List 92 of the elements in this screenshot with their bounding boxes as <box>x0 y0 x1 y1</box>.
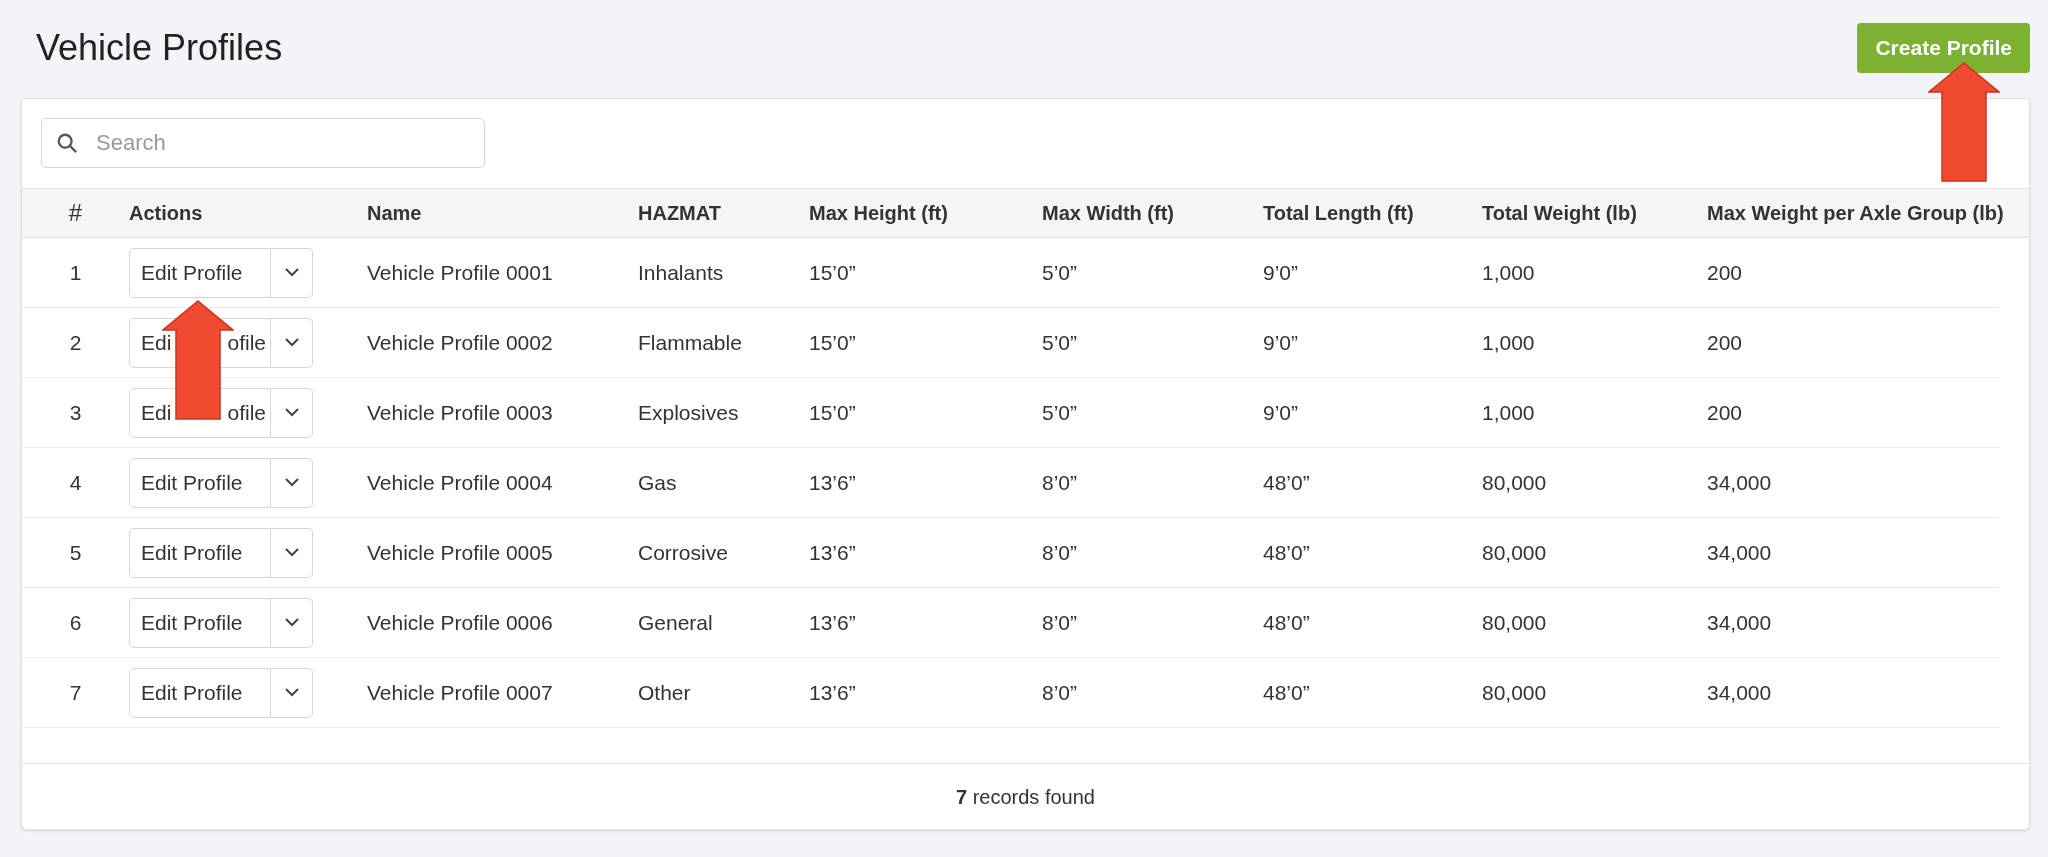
table-cell: 80,000 <box>1482 540 1547 564</box>
table-cell: Inhalants <box>638 260 724 284</box>
edit-profile-button[interactable]: Edit Profile <box>129 667 271 718</box>
table-cell: Gas <box>638 470 677 494</box>
edit-profile-button[interactable]: Edit Profile <box>129 597 271 648</box>
table-cell: 200 <box>1707 400 1743 424</box>
dropdown-toggle[interactable] <box>271 457 313 508</box>
table-cell: 48’0” <box>1263 610 1310 634</box>
chevron-down-icon <box>284 408 299 417</box>
column-header: # <box>68 198 83 228</box>
table-cell: 200 <box>1707 330 1743 354</box>
dropdown-toggle[interactable] <box>271 527 313 578</box>
table-cell: 9’0” <box>1263 260 1299 284</box>
row-number: 5 <box>69 539 82 566</box>
row-number: 1 <box>69 259 82 286</box>
table-cell: 48’0” <box>1263 680 1310 704</box>
edit-profile-button[interactable]: Edit Profile <box>129 247 271 298</box>
chevron-down-icon <box>284 268 299 277</box>
table-cell: 15’0” <box>809 330 856 354</box>
table-cell: Corrosive <box>638 540 728 564</box>
button-label: Edi <box>141 329 172 356</box>
table-cell: Vehicle Profile 0001 <box>367 260 553 284</box>
dropdown-toggle[interactable] <box>271 667 313 718</box>
column-header: Max Width (ft) <box>1042 202 1174 224</box>
table-cell: Vehicle Profile 0004 <box>367 470 553 494</box>
table-cell: 200 <box>1707 260 1743 284</box>
table-cell: 13’6” <box>809 540 856 564</box>
chevron-down-icon <box>284 478 299 487</box>
table-cell: 80,000 <box>1482 680 1547 704</box>
chevron-down-icon <box>284 338 299 347</box>
table-cell: General <box>638 610 713 634</box>
table-cell: 8’0” <box>1042 540 1078 564</box>
table-cell: 48’0” <box>1263 470 1310 494</box>
table-cell: 5’0” <box>1042 400 1078 424</box>
table-cell: 8’0” <box>1042 470 1078 494</box>
table-cell: 34,000 <box>1707 610 1772 634</box>
table-cell: 5’0” <box>1042 330 1078 354</box>
table-cell: 48’0” <box>1263 540 1310 564</box>
table-cell: 13’6” <box>809 470 856 494</box>
table-cell: 80,000 <box>1482 610 1547 634</box>
table-cell: Other <box>638 680 691 704</box>
table-cell: 1,000 <box>1482 330 1535 354</box>
column-header: HAZMAT <box>638 202 721 224</box>
table-cell: 13’6” <box>809 680 856 704</box>
button-label: ofile <box>227 399 266 426</box>
search-field[interactable]: Search <box>41 118 485 168</box>
row-number: 7 <box>69 679 82 706</box>
row-number: 4 <box>69 469 82 496</box>
table-cell: 15’0” <box>809 400 856 424</box>
table-cell: 34,000 <box>1707 680 1772 704</box>
chevron-down-icon <box>284 548 299 557</box>
row-number: 3 <box>69 399 82 426</box>
table-cell: Vehicle Profile 0002 <box>367 330 553 354</box>
table-cell: 34,000 <box>1707 470 1772 494</box>
column-header: Name <box>367 202 422 224</box>
table-cell: 8’0” <box>1042 680 1078 704</box>
table-cell: Vehicle Profile 0003 <box>367 400 553 424</box>
table-cell: 9’0” <box>1263 400 1299 424</box>
table-cell: 8’0” <box>1042 610 1078 634</box>
table-cell: 1,000 <box>1482 400 1535 424</box>
table-cell: 13’6” <box>809 610 856 634</box>
table-cell: 80,000 <box>1482 470 1547 494</box>
dropdown-toggle[interactable] <box>271 387 313 438</box>
table-cell: 9’0” <box>1263 330 1299 354</box>
row-number: 2 <box>69 329 82 356</box>
column-header: Actions <box>129 202 203 224</box>
chevron-down-icon <box>284 618 299 627</box>
row-number: 6 <box>69 609 82 636</box>
column-header: Max Height (ft) <box>809 202 948 224</box>
table-cell: Vehicle Profile 0006 <box>367 610 553 634</box>
search-icon <box>56 132 78 154</box>
dropdown-toggle[interactable] <box>271 317 313 368</box>
dropdown-toggle[interactable] <box>271 597 313 648</box>
table-cell: 15’0” <box>809 260 856 284</box>
chevron-down-icon <box>284 688 299 697</box>
page-title: Vehicle Profiles <box>36 26 283 70</box>
button-label: Edi <box>141 399 172 426</box>
button-label: ofile <box>227 329 266 356</box>
column-header: Max Weight per Axle Group (lb) <box>1707 202 2004 224</box>
records-count: 7 records found <box>956 784 1095 810</box>
column-header: Total Weight (lb) <box>1482 202 1637 224</box>
table-cell: 1,000 <box>1482 260 1535 284</box>
edit-profile-button[interactable]: Edit Profile <box>129 527 271 578</box>
table-cell: 5’0” <box>1042 260 1078 284</box>
table-cell: Vehicle Profile 0007 <box>367 680 553 704</box>
dropdown-toggle[interactable] <box>271 247 313 298</box>
table-cell: Vehicle Profile 0005 <box>367 540 553 564</box>
column-header: Total Length (ft) <box>1263 202 1414 224</box>
table-cell: Explosives <box>638 400 739 424</box>
edit-profile-button[interactable]: Edit Profile <box>129 457 271 508</box>
table-cell: Flammable <box>638 330 742 354</box>
table-cell: 34,000 <box>1707 540 1772 564</box>
